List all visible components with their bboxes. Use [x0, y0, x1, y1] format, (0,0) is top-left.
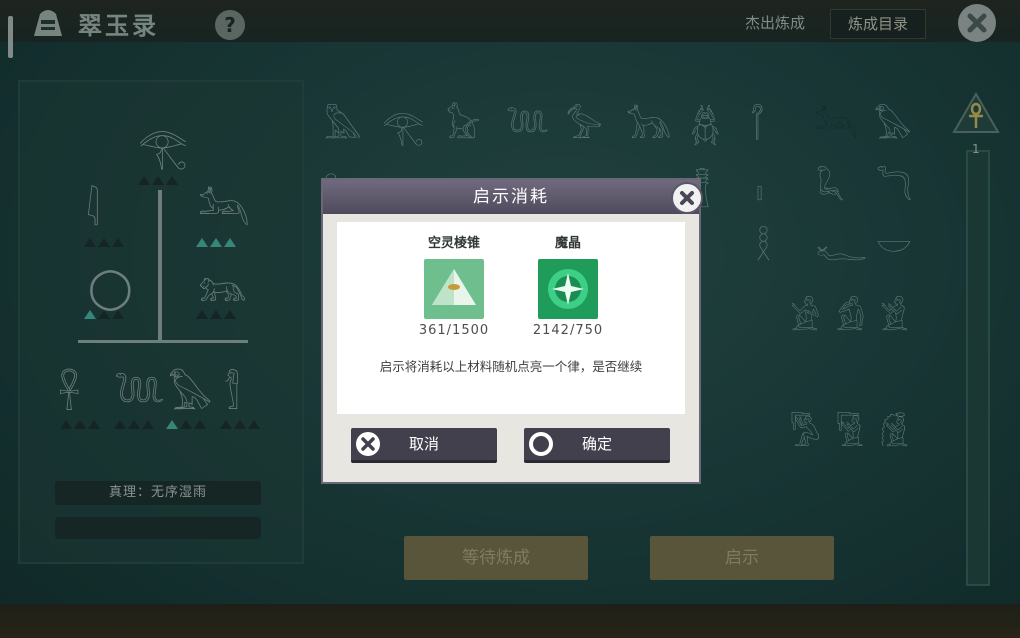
- dialog-description: 启示将消耗以上材料随机点亮一个律，是否继续: [379, 359, 643, 374]
- material-item: 魔晶 2142/750: [523, 232, 613, 338]
- reveal-cost-dialog: 启示消耗 空灵棱锥 361/1500 魔晶 2142/750 启示将消耗以上材料…: [321, 178, 703, 484]
- material-name: 魔晶: [554, 236, 581, 251]
- material-name: 空灵棱锥: [427, 236, 480, 251]
- cancel-button[interactable]: 取消: [351, 428, 497, 463]
- material-count: 2142/750: [532, 323, 604, 338]
- material-item: 空灵棱锥 361/1500: [409, 232, 499, 338]
- dialog-title: 启示消耗: [323, 180, 699, 214]
- pyramid-icon: [424, 259, 484, 319]
- confirm-label: 确定: [581, 435, 612, 453]
- confirm-button[interactable]: 确定: [524, 428, 670, 463]
- crystal-orb-icon: [538, 259, 598, 319]
- cancel-label: 取消: [408, 435, 439, 453]
- close-icon: [680, 191, 694, 205]
- dialog-body: 空灵棱锥 361/1500 魔晶 2142/750 启示将消耗以上材料随机点亮一…: [337, 222, 685, 414]
- dialog-close-button[interactable]: [671, 182, 703, 214]
- material-count: 361/1500: [418, 323, 490, 338]
